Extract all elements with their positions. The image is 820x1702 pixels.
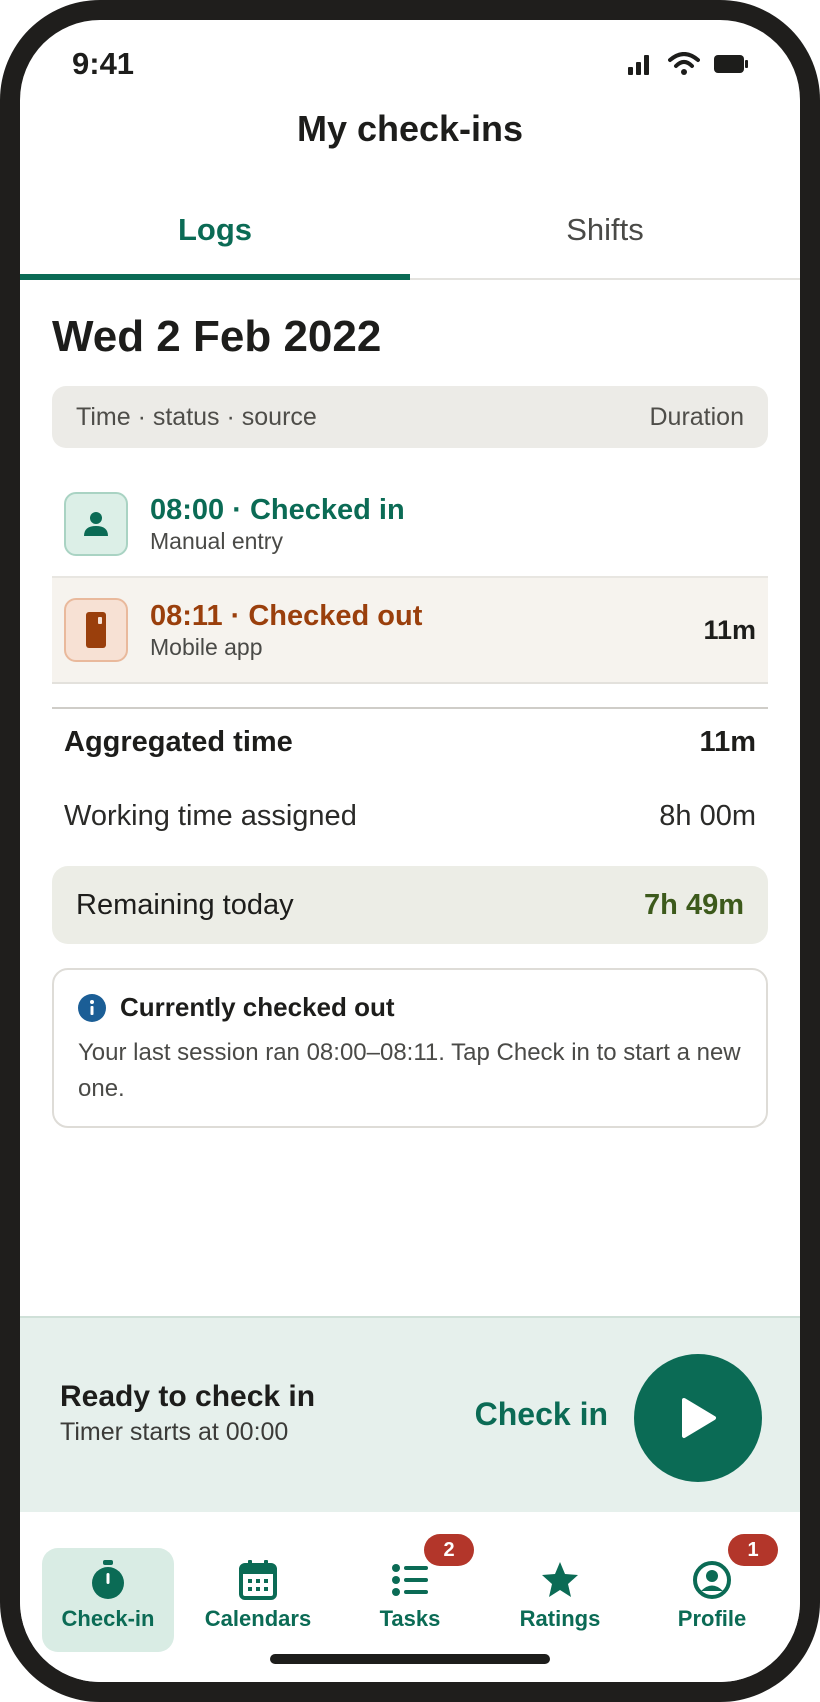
aggregated-time-value: 11m	[699, 726, 756, 758]
tasks-badge: 2	[424, 1534, 474, 1566]
checkin-timer-subtitle: Timer starts at 00:00	[60, 1418, 289, 1446]
nav-label: Tasks	[379, 1606, 441, 1631]
checkin-panel: Ready to check in Timer starts at 00:00 …	[20, 1316, 800, 1512]
remaining-today-value: 7h 49m	[644, 888, 744, 921]
aggregated-time-label: Aggregated time	[64, 726, 293, 758]
status-bar: 9:41	[20, 20, 800, 110]
info-card-title: Currently checked out	[120, 992, 395, 1022]
assigned-time-value: 8h 00m	[659, 800, 756, 832]
column-header-right: Duration	[649, 402, 745, 431]
remaining-today-label: Remaining today	[76, 888, 294, 921]
status-info-card: Currently checked out Your last session …	[52, 968, 768, 1128]
log-row[interactable]: 08:00 · Checked in Manual entry	[52, 472, 768, 578]
profile-icon	[693, 1561, 731, 1599]
tab-shifts[interactable]: Shifts	[410, 198, 800, 278]
info-card-header: Currently checked out	[78, 992, 742, 1023]
date-heading: Wed 2 Feb 2022	[52, 312, 382, 361]
info-card-body: Your last session ran 08:00–08:11. Tap C…	[78, 1039, 741, 1102]
checkin-button[interactable]	[634, 1354, 762, 1482]
play-icon	[682, 1398, 716, 1438]
log-table-header: Time · status · source Duration	[52, 386, 768, 448]
remaining-today-row: Remaining today 7h 49m	[52, 866, 768, 944]
log-title: 08:11 · Checked out	[150, 600, 423, 632]
nav-item-ratings[interactable]: Ratings	[494, 1548, 626, 1652]
nav-item-calendars[interactable]: Calendars	[192, 1548, 324, 1652]
nav-item-check-in[interactable]: Check-in	[42, 1548, 174, 1652]
person-icon	[64, 492, 128, 556]
tab-logs[interactable]: Logs	[20, 198, 410, 280]
summary-divider	[52, 707, 768, 709]
page-title: My check-ins	[296, 108, 524, 149]
signal-icon	[628, 55, 649, 75]
nav-label: Profile	[677, 1606, 747, 1631]
nav-item-tasks[interactable]: Tasks 2	[344, 1534, 476, 1652]
checkin-ready-title: Ready to check in	[60, 1380, 316, 1413]
phone-icon	[64, 598, 128, 662]
log-text: 08:00 · Checked in Manual entry	[150, 493, 756, 555]
star-icon	[542, 1562, 578, 1597]
device-frame: 9:41 My check-ins Logs Shifts Wed 2 Feb …	[0, 0, 820, 1702]
log-text: 08:11 · Checked out Mobile app	[150, 599, 703, 661]
info-icon	[78, 993, 106, 1022]
log-duration: 11m	[703, 614, 756, 645]
tab-bar: Logs Shifts	[20, 198, 800, 280]
nav-label: Ratings	[519, 1606, 601, 1631]
aggregated-time-row: Aggregated time 11m	[52, 726, 768, 759]
nav-item-profile[interactable]: Profile 1	[646, 1534, 778, 1652]
log-source: Mobile app	[150, 634, 263, 660]
list-icon	[392, 1564, 428, 1596]
log-source: Manual entry	[150, 528, 283, 554]
log-row[interactable]: 08:11 · Checked out Mobile app 11m	[52, 578, 768, 684]
home-indicator	[270, 1654, 550, 1664]
checkin-button-label[interactable]: Check in	[475, 1396, 608, 1433]
status-time: 9:41	[72, 46, 135, 81]
column-header-left: Time · status · source	[76, 402, 317, 431]
battery-icon	[714, 55, 748, 73]
log-title: 08:00 · Checked in	[150, 494, 405, 526]
nav-label: Calendars	[204, 1606, 312, 1631]
stopwatch-icon	[92, 1560, 124, 1599]
nav-label: Check-in	[61, 1606, 155, 1631]
assigned-time-label: Working time assigned	[64, 800, 357, 832]
status-icons	[628, 52, 748, 76]
profile-badge: 1	[728, 1534, 778, 1566]
calendar-icon	[239, 1560, 277, 1600]
assigned-time-row: Working time assigned 8h 00m	[52, 800, 768, 833]
screen: 9:41 My check-ins Logs Shifts Wed 2 Feb …	[20, 20, 800, 1682]
wifi-icon	[668, 52, 700, 75]
